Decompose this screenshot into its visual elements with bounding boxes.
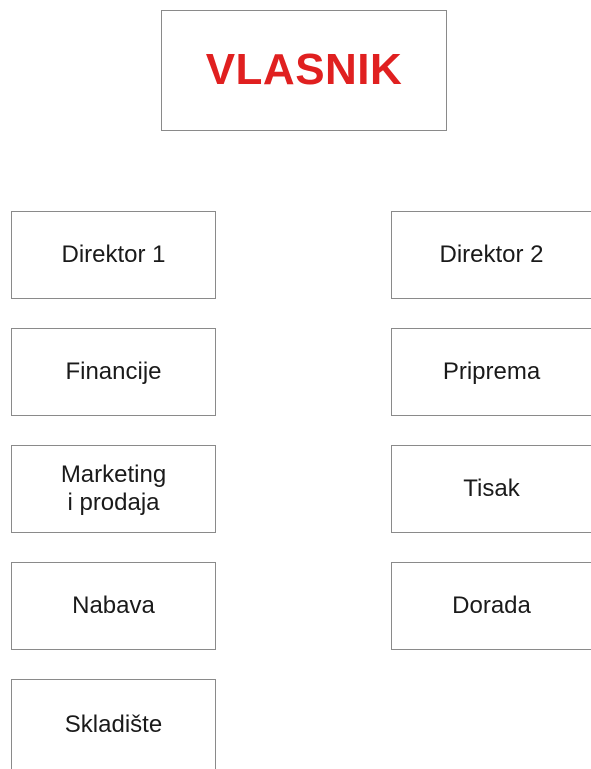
unit-label: Priprema	[442, 358, 541, 386]
unit-label: Tisak	[463, 475, 520, 503]
unit-label: Skladište	[64, 710, 163, 738]
director-1-box: Direktor 1	[11, 211, 216, 299]
director-2-box: Direktor 2	[391, 211, 591, 299]
unit-label: Nabava	[72, 592, 155, 620]
unit-dorada-box: Dorada	[391, 562, 591, 650]
owner-box: VLASNIK	[161, 10, 447, 131]
unit-financije-box: Financije	[11, 328, 216, 416]
unit-label: Financije	[65, 358, 162, 386]
unit-marketing-box: Marketing i prodaja	[11, 445, 216, 533]
unit-priprema-box: Priprema	[391, 328, 591, 416]
director-1-label: Direktor 1	[61, 241, 166, 269]
unit-skladiste-box: Skladište	[11, 679, 216, 769]
unit-label-group: Marketing i prodaja	[61, 461, 166, 516]
unit-label-line-1: Marketing	[60, 461, 167, 489]
unit-tisak-box: Tisak	[391, 445, 591, 533]
unit-nabava-box: Nabava	[11, 562, 216, 650]
director-2-label: Direktor 2	[439, 241, 544, 269]
unit-label: Dorada	[452, 592, 531, 620]
unit-label-line-2: i prodaja	[67, 489, 160, 516]
owner-label: VLASNIK	[205, 45, 403, 95]
